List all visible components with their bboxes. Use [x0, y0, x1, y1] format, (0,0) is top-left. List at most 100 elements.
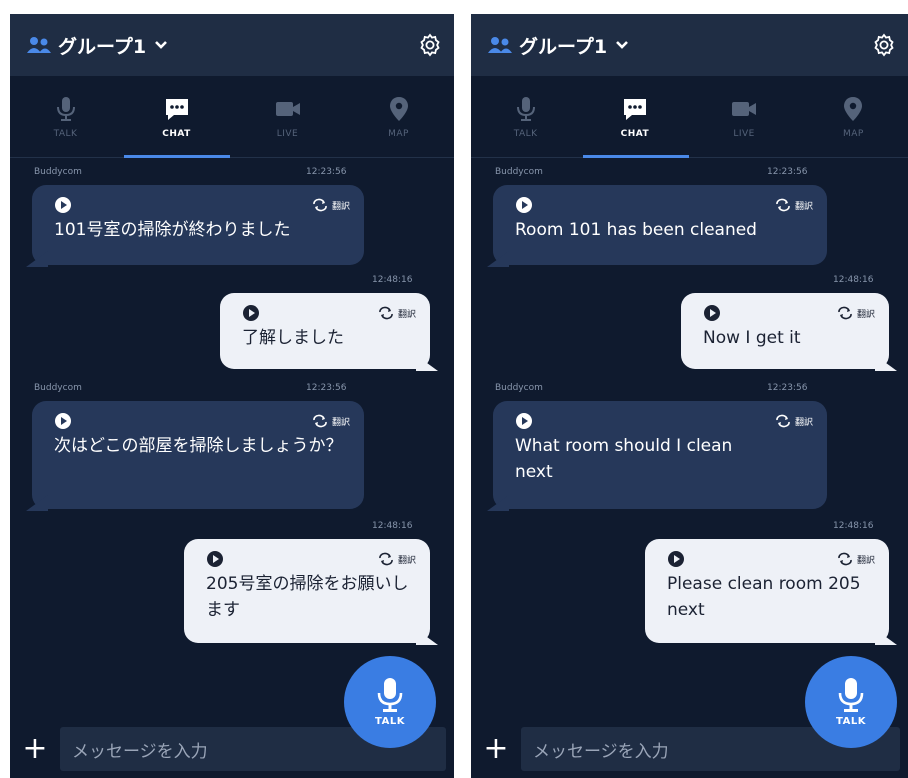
message-time: 12:23:56: [306, 167, 347, 177]
tab-chat[interactable]: CHAT: [580, 76, 689, 157]
refresh-icon: [838, 552, 852, 566]
message-time: 12:23:56: [767, 383, 808, 393]
map-pin-icon: [389, 96, 408, 121]
gear-icon[interactable]: [418, 33, 442, 57]
translate-button[interactable]: 翻訳: [774, 414, 813, 428]
message-time: 12:23:56: [306, 383, 347, 393]
mic-icon: [56, 96, 75, 121]
video-camera-icon: [732, 101, 757, 116]
outgoing-message[interactable]: 翻訳 205号室の掃除をお願いします: [184, 539, 430, 643]
sender-name: Buddycom: [495, 383, 543, 393]
tab-live[interactable]: LIVE: [690, 76, 799, 157]
message-text: 了解しました: [242, 328, 344, 348]
translate-label: 翻訳: [856, 309, 875, 320]
message-text: 101号室の掃除が終わりました: [54, 220, 291, 240]
sender-name: Buddycom: [495, 167, 543, 177]
active-tab-indicator: [124, 155, 230, 158]
translate-label: 翻訳: [794, 201, 813, 212]
translate-button[interactable]: 翻訳: [377, 552, 416, 566]
outgoing-message[interactable]: 翻訳 Now I get it: [681, 293, 889, 369]
video-camera-icon: [275, 101, 300, 116]
translate-label: 翻訳: [331, 417, 350, 428]
play-icon[interactable]: [242, 304, 260, 322]
sender-name: Buddycom: [34, 383, 82, 393]
plus-icon[interactable]: +: [20, 734, 50, 764]
tab-talk[interactable]: TALK: [471, 76, 580, 157]
translate-label: 翻訳: [397, 309, 416, 320]
group-name[interactable]: グループ1: [58, 32, 146, 59]
play-icon[interactable]: [206, 550, 224, 568]
mic-icon: [838, 678, 864, 712]
message-time: 12:23:56: [767, 167, 808, 177]
tab-label: CHAT: [620, 128, 650, 139]
tab-map[interactable]: MAP: [799, 76, 908, 157]
play-icon[interactable]: [54, 196, 72, 214]
translate-button[interactable]: 翻訳: [311, 198, 350, 212]
tab-bar: TALK CHAT LIVE MAP: [471, 76, 908, 158]
chat-screen-translated: グループ1 TALK CHAT LIVE MAP Buddycom 12:23:…: [471, 14, 908, 778]
tab-label: TALK: [53, 128, 78, 139]
talk-button[interactable]: TALK: [344, 656, 436, 748]
translate-button[interactable]: 翻訳: [311, 414, 350, 428]
tab-live[interactable]: LIVE: [232, 76, 343, 157]
tab-label: CHAT: [162, 128, 191, 139]
incoming-message[interactable]: 翻訳 101号室の掃除が終わりました: [32, 185, 364, 265]
message-text: Now I get it: [703, 328, 801, 348]
translate-button[interactable]: 翻訳: [774, 198, 813, 212]
incoming-message[interactable]: 翻訳 次はどこの部屋を掃除しましょうか？: [32, 401, 364, 509]
talk-button-label: TALK: [375, 716, 405, 727]
talk-button-label: TALK: [836, 716, 866, 727]
chevron-down-icon[interactable]: [615, 40, 629, 50]
plus-icon[interactable]: +: [481, 734, 511, 764]
outgoing-message[interactable]: 翻訳 了解しました: [220, 293, 430, 369]
tab-bar: TALK CHAT LIVE MAP: [10, 76, 454, 158]
refresh-icon: [313, 198, 327, 212]
tab-label: TALK: [513, 128, 538, 139]
gear-icon[interactable]: [872, 33, 896, 57]
message-time: 12:48:16: [833, 275, 874, 285]
refresh-icon: [379, 552, 393, 566]
group-icon: [488, 37, 512, 53]
incoming-message[interactable]: 翻訳 What room should I clean next: [493, 401, 827, 509]
translate-label: 翻訳: [856, 555, 875, 566]
translate-button[interactable]: 翻訳: [377, 306, 416, 320]
chevron-down-icon[interactable]: [154, 40, 168, 50]
message-text: 次はどこの部屋を掃除しましょうか？: [54, 436, 343, 456]
outgoing-message[interactable]: 翻訳 Please clean room 205 next: [645, 539, 889, 643]
refresh-icon: [313, 414, 327, 428]
message-list[interactable]: Buddycom 12:23:56 翻訳 Room 101 has been c…: [471, 159, 908, 720]
tab-map[interactable]: MAP: [343, 76, 454, 157]
refresh-icon: [776, 198, 790, 212]
tab-talk[interactable]: TALK: [10, 76, 121, 157]
tab-label: LIVE: [276, 128, 299, 139]
incoming-message[interactable]: 翻訳 Room 101 has been cleaned: [493, 185, 827, 265]
tab-label: MAP: [388, 128, 409, 139]
sender-name: Buddycom: [34, 167, 82, 177]
message-list[interactable]: Buddycom 12:23:56 翻訳 101号室の掃除が終わりました 12:…: [10, 159, 454, 720]
chat-screen-japanese: グループ1 TALK CHAT LIVE MAP Buddycom 12:23:…: [10, 14, 454, 778]
message-text: 205号室の掃除をお願いします: [206, 574, 409, 620]
message-text: Room 101 has been cleaned: [515, 220, 757, 240]
refresh-icon: [776, 414, 790, 428]
tab-label: MAP: [842, 128, 864, 139]
tab-chat[interactable]: CHAT: [121, 76, 232, 157]
group-name[interactable]: グループ1: [519, 32, 607, 59]
translate-button[interactable]: 翻訳: [836, 552, 875, 566]
translate-label: 翻訳: [397, 555, 416, 566]
group-icon: [27, 37, 51, 53]
play-icon[interactable]: [703, 304, 721, 322]
refresh-icon: [838, 306, 852, 320]
chat-icon: [165, 98, 188, 120]
play-icon[interactable]: [515, 196, 533, 214]
play-icon[interactable]: [54, 412, 72, 430]
play-icon[interactable]: [515, 412, 533, 430]
talk-button[interactable]: TALK: [805, 656, 897, 748]
active-tab-indicator: [583, 155, 689, 158]
app-header: グループ1: [10, 14, 454, 76]
translate-label: 翻訳: [331, 201, 350, 212]
mic-icon: [516, 96, 535, 121]
app-header: グループ1: [471, 14, 908, 76]
play-icon[interactable]: [667, 550, 685, 568]
translate-button[interactable]: 翻訳: [836, 306, 875, 320]
tab-label: LIVE: [733, 128, 755, 139]
